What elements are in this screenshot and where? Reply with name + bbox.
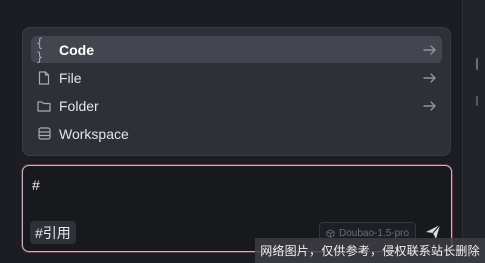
reference-chip[interactable]: #引用: [30, 221, 76, 244]
watermark-banner: 网络图片，仅供参考，侵权联系站长删除: [255, 238, 485, 263]
cube-icon: [326, 228, 335, 238]
gutter-marker: [476, 96, 478, 106]
context-menu: { } Code File Folder Workspace: [22, 27, 451, 156]
menu-item-workspace[interactable]: Workspace: [31, 120, 442, 147]
arrow-right-icon: [423, 73, 436, 83]
menu-item-label: Workspace: [59, 125, 129, 142]
menu-item-file[interactable]: File: [31, 64, 442, 91]
right-gutter: [462, 0, 485, 263]
model-name: Doubao-1.5-pro: [339, 227, 410, 239]
menu-item-label: Code: [59, 41, 94, 58]
arrow-right-icon: [423, 101, 436, 111]
menu-item-label: Folder: [59, 97, 99, 114]
menu-item-label: File: [59, 69, 82, 86]
menu-item-code[interactable]: { } Code: [31, 35, 442, 64]
workspace-icon: [36, 126, 52, 142]
arrow-right-icon: [423, 45, 436, 55]
gutter-marker: [476, 58, 478, 70]
menu-item-folder[interactable]: Folder: [31, 92, 442, 119]
code-braces-icon: { }: [36, 35, 44, 64]
composer-input-text[interactable]: #: [32, 177, 40, 193]
folder-icon: [36, 98, 52, 114]
file-icon: [36, 70, 52, 86]
